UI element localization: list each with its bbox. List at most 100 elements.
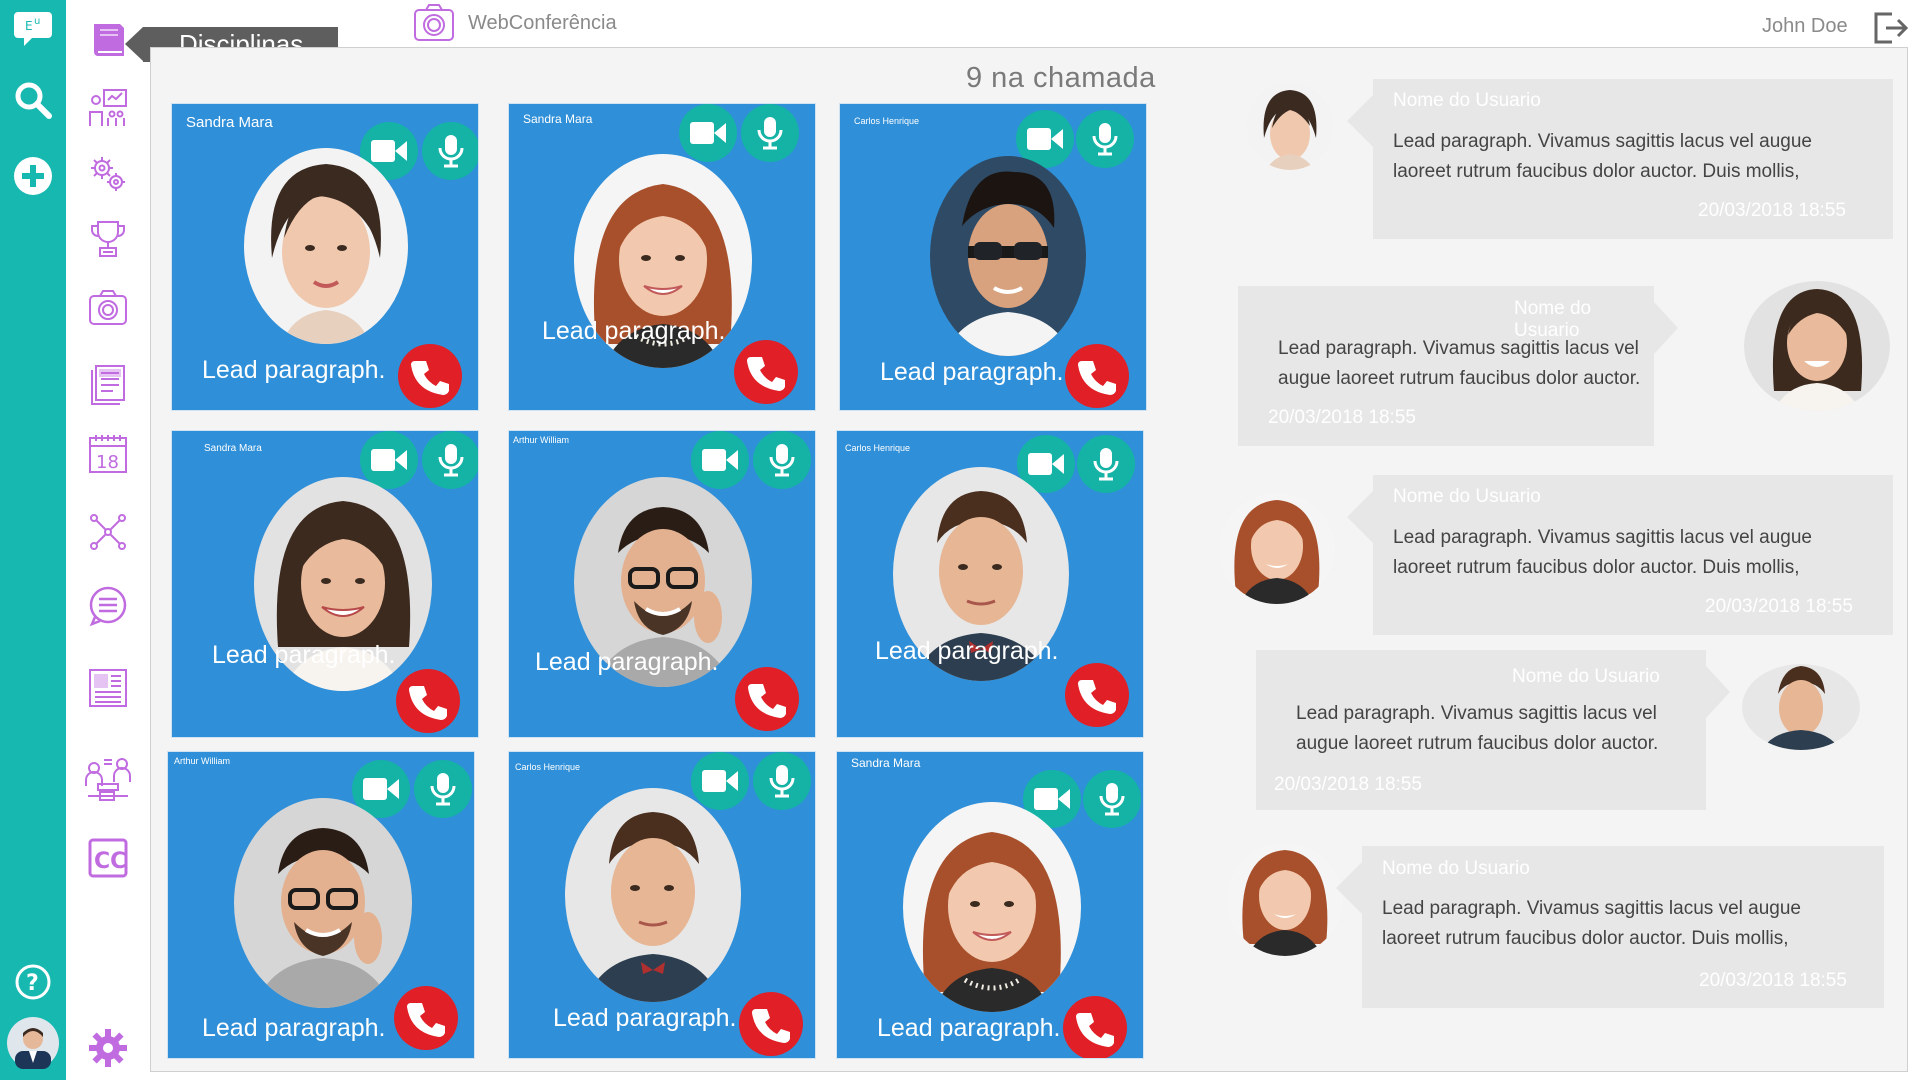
help-icon[interactable]: ? [0, 962, 66, 1002]
video-toggle-button[interactable] [679, 104, 737, 162]
calendar-day: 18 [96, 452, 119, 473]
cc-label: CC [94, 849, 126, 874]
participant-tile[interactable]: Carlos Henrique Lead paragraph. [836, 430, 1144, 738]
participant-portrait [930, 156, 1086, 356]
trophy-icon[interactable] [66, 214, 150, 262]
documents-icon[interactable] [66, 360, 150, 408]
chat-avatar [1246, 82, 1334, 170]
svg-text:u: u [34, 16, 40, 27]
chat-timestamp: 20/03/2018 18:55 [1268, 407, 1416, 428]
participant-name: Arthur William [174, 756, 231, 766]
participant-name: Carlos Henrique [845, 443, 911, 453]
closed-caption-icon[interactable]: CC [66, 834, 150, 882]
video-toggle-button[interactable] [691, 431, 749, 489]
add-icon[interactable] [0, 156, 66, 196]
participant-caption: Lead paragraph. [880, 358, 1064, 386]
participant-name: Sandra Mara [851, 756, 921, 770]
chat-username: Nome do Usuario [1393, 486, 1541, 507]
chat-message: Nome do Usuario Lead paragraph. Vivamus … [1347, 79, 1893, 239]
chat-username: Nome do Usuario [1393, 90, 1541, 111]
participant-caption: Lead paragraph. [535, 648, 719, 676]
participant-tile[interactable]: Sandra Mara Lead paragraph. [836, 751, 1144, 1059]
chat-avatar [1742, 664, 1860, 750]
mic-toggle-button[interactable] [753, 431, 811, 489]
participant-caption: Lead paragraph. [202, 1014, 386, 1042]
network-icon[interactable] [66, 508, 150, 556]
chat-avatar [1744, 281, 1890, 411]
video-toggle-button[interactable] [360, 431, 418, 489]
hangup-button[interactable] [734, 340, 798, 404]
participant-name: Sandra Mara [523, 112, 593, 126]
calendar-icon[interactable]: 18 [66, 430, 150, 478]
chat-message: Nome do Usuario Lead paragraph. Vivamus … [1347, 475, 1893, 635]
chat-text: Lead paragraph. Vivamus sagittis lacus v… [1296, 703, 1659, 754]
hangup-button[interactable] [735, 667, 799, 731]
chat-message: Nome do Usuario Lead paragraph. Vivamus … [1336, 846, 1884, 1008]
presentation-icon[interactable] [66, 84, 150, 132]
current-user-name[interactable]: John Doe [1762, 15, 1848, 38]
participant-portrait [565, 788, 741, 1002]
participant-name: Sandra Mara [186, 114, 273, 131]
feature-sidebar: 18 CC [66, 0, 150, 1080]
participant-tile[interactable]: Sandra Mara Lead paragraph. [171, 103, 479, 411]
participant-caption: Lead paragraph. [877, 1014, 1061, 1042]
meeting-icon[interactable] [66, 754, 150, 804]
camera-icon[interactable] [66, 284, 150, 332]
hangup-button[interactable] [398, 344, 462, 408]
hangup-button[interactable] [396, 669, 460, 733]
left-rail: Eu ? [0, 0, 66, 1080]
logout-icon[interactable] [1872, 10, 1909, 51]
participant-caption: Lead paragraph. [202, 356, 386, 384]
mic-toggle-button[interactable] [753, 752, 811, 810]
chat-avatar [1220, 494, 1334, 604]
chat-message: Nome do Usuario Lead paragraph. Vivamus … [1238, 286, 1678, 446]
mic-toggle-button[interactable] [1077, 435, 1135, 493]
participant-tile[interactable]: Carlos Henrique Lead paragraph. [839, 103, 1147, 411]
user-avatar[interactable] [0, 1016, 66, 1070]
chat-text: Lead paragraph. Vivamus sagittis lacus v… [1393, 131, 1812, 182]
svg-text:?: ? [26, 971, 39, 996]
webconference-icon [412, 2, 456, 47]
settings-icon[interactable] [66, 1024, 150, 1072]
search-icon[interactable] [0, 78, 66, 122]
chat-list-icon[interactable] [66, 582, 150, 630]
participant-tile[interactable]: Arthur William Lead paragraph. [167, 751, 475, 1059]
mic-toggle-button[interactable] [414, 760, 472, 818]
chat-text: Lead paragraph. Vivamus sagittis lacus v… [1278, 338, 1641, 389]
mic-toggle-button[interactable] [1076, 110, 1134, 168]
mic-toggle-button[interactable] [1083, 770, 1141, 828]
participant-portrait [244, 148, 408, 344]
video-toggle-button[interactable] [691, 752, 749, 810]
participant-tile[interactable]: Arthur William Lead paragraph. [508, 430, 816, 738]
mic-toggle-button[interactable] [422, 122, 478, 180]
newspaper-icon[interactable] [66, 664, 150, 712]
chat-text: Lead paragraph. Vivamus sagittis lacus v… [1393, 527, 1812, 578]
hangup-button[interactable] [1065, 663, 1129, 727]
gears-icon[interactable] [66, 150, 150, 198]
chat-username: Nome do Usuario [1512, 666, 1660, 687]
chat-timestamp: 20/03/2018 18:55 [1699, 970, 1847, 991]
hangup-button[interactable] [1063, 996, 1127, 1058]
participant-tile[interactable]: Sandra Mara Lead paragraph. [508, 103, 816, 411]
chat-timestamp: 20/03/2018 18:55 [1705, 596, 1853, 617]
participant-name: Sandra Mara [204, 443, 262, 454]
mic-toggle-button[interactable] [422, 431, 478, 489]
chat-message: Nome do Usuario Lead paragraph. Vivamus … [1256, 650, 1730, 810]
participant-tile[interactable]: Carlos Henrique Lead paragraph. [508, 751, 816, 1059]
mic-toggle-button[interactable] [741, 104, 799, 162]
participant-portrait [234, 798, 412, 1008]
participant-count: 9 na chamada [966, 62, 1156, 94]
participant-name: Arthur William [513, 435, 570, 445]
participant-caption: Lead paragraph. [553, 1004, 737, 1032]
hangup-button[interactable] [394, 986, 458, 1050]
participant-caption: Lead paragraph. [212, 641, 396, 669]
hangup-button[interactable] [739, 992, 803, 1056]
participant-caption: Lead paragraph. [875, 637, 1059, 665]
svg-text:E: E [25, 19, 33, 33]
hangup-button[interactable] [1065, 344, 1129, 408]
participant-tile[interactable]: Sandra Mara Lead paragraph. [171, 430, 479, 738]
chat-text: Lead paragraph. Vivamus sagittis lacus v… [1382, 898, 1801, 949]
chat-username: Nome do Usuario [1382, 858, 1530, 879]
chat-logo-icon[interactable]: Eu [0, 6, 66, 50]
participant-portrait [903, 802, 1081, 1012]
